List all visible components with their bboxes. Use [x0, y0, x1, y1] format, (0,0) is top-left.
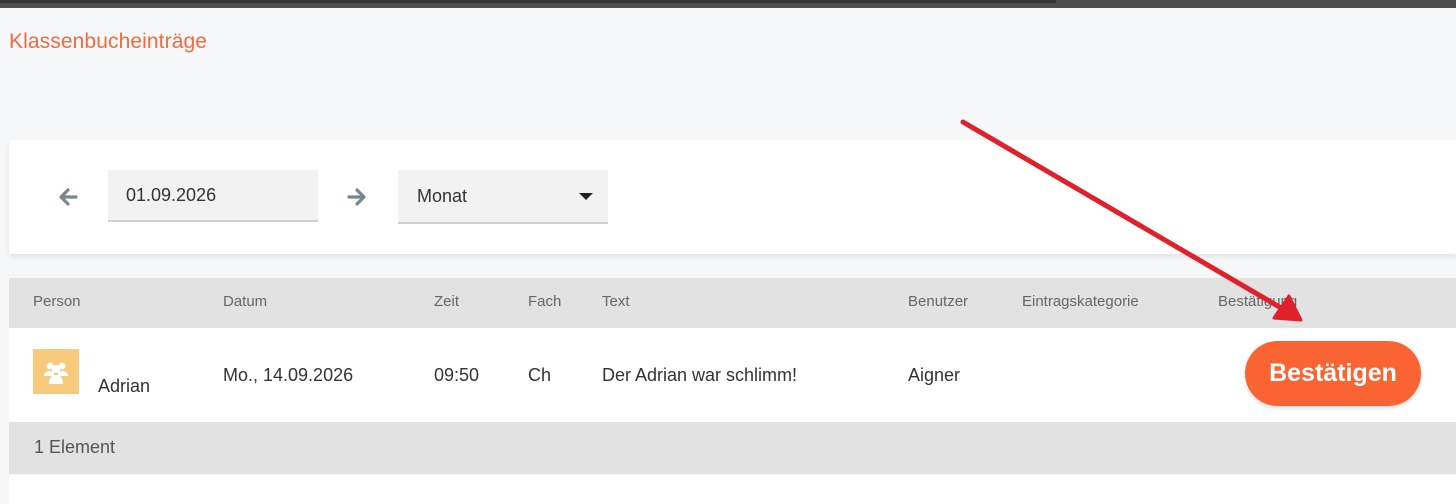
table-footer: 1 Element	[9, 422, 1456, 474]
window-top-bar	[0, 0, 1456, 8]
chevron-down-icon	[579, 193, 593, 200]
arrow-left-icon	[59, 188, 78, 206]
avatar	[33, 349, 79, 394]
table-header: Person Datum Zeit Fach Text Benutzer Ein…	[9, 278, 1456, 328]
date-input[interactable]	[108, 170, 318, 222]
cell-person[interactable]: Adrian	[98, 376, 150, 397]
page-title: Klassenbucheinträge	[9, 30, 208, 53]
arrow-right-icon	[347, 188, 366, 206]
cell-text: Der Adrian war schlimm!	[602, 365, 798, 385]
column-header-bestaetigung[interactable]: Bestätigung	[1218, 293, 1297, 310]
next-period-button[interactable]	[344, 184, 370, 210]
cell-datum: Mo., 14.09.2026	[223, 365, 354, 385]
column-header-person[interactable]: Person	[33, 293, 81, 310]
cell-benutzer: Aigner	[908, 365, 961, 385]
column-header-zeit[interactable]: Zeit	[434, 293, 459, 310]
confirm-button[interactable]: Bestätigen	[1245, 341, 1421, 406]
column-header-fach[interactable]: Fach	[528, 293, 561, 310]
cell-zeit: 09:50	[434, 365, 480, 385]
period-select[interactable]: Monat	[398, 170, 608, 224]
below-table-area	[9, 475, 1456, 504]
prev-period-button[interactable]	[55, 184, 81, 210]
filter-card: Monat	[9, 140, 1456, 254]
column-header-benutzer[interactable]: Benutzer	[908, 293, 968, 310]
group-icon	[44, 362, 68, 384]
column-header-datum[interactable]: Datum	[223, 293, 267, 310]
column-header-text[interactable]: Text	[602, 293, 630, 310]
column-header-eintragskategorie[interactable]: Eintragskategorie	[1022, 293, 1139, 310]
top-bar-segment	[0, 0, 1056, 3]
period-select-value: Monat	[417, 186, 468, 206]
table-row: Adrian Mo., 14.09.2026 09:50 Ch Der Adri…	[9, 328, 1456, 422]
element-count: 1 Element	[34, 437, 116, 457]
cell-fach: Ch	[528, 365, 552, 385]
entries-table: Person Datum Zeit Fach Text Benutzer Ein…	[9, 278, 1456, 474]
